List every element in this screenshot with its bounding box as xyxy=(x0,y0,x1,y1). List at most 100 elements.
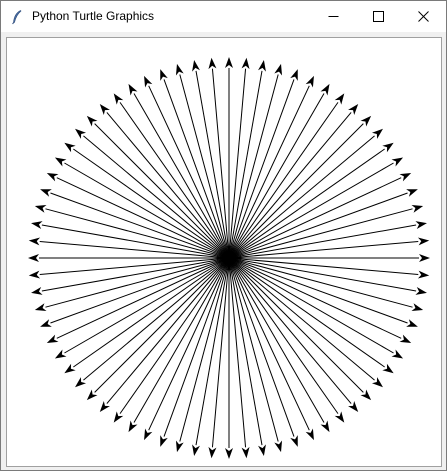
arrowhead-icon xyxy=(320,83,330,96)
arrowhead-icon xyxy=(175,63,184,76)
arrowhead-icon xyxy=(208,446,217,459)
arrowhead-icon xyxy=(31,287,43,295)
arrowhead-icon xyxy=(406,319,418,327)
turtle-ray xyxy=(228,68,247,259)
arrowhead-icon xyxy=(417,270,430,279)
arrowhead-icon xyxy=(241,57,250,70)
arrowhead-icon xyxy=(208,57,217,70)
turtle-ray xyxy=(228,85,310,259)
turtle-ray xyxy=(228,208,413,259)
arrowhead-icon xyxy=(258,444,266,456)
arrowhead-icon xyxy=(40,189,52,197)
arrowhead-icon xyxy=(258,60,266,72)
arrowhead-icon xyxy=(406,189,418,197)
minimize-icon xyxy=(328,11,339,22)
arrowhead-icon xyxy=(28,237,41,246)
close-icon xyxy=(418,11,429,22)
arrowhead-icon xyxy=(192,60,200,72)
turtle-ray xyxy=(228,257,310,431)
turtle-ray xyxy=(228,257,247,448)
arrowhead-icon xyxy=(75,128,87,139)
arrowhead-icon xyxy=(348,400,359,412)
turtle-ray xyxy=(228,257,419,276)
arrowhead-icon xyxy=(391,157,404,167)
turtle-ray xyxy=(56,177,230,259)
arrowhead-icon xyxy=(28,270,41,279)
turtle-window: Python Turtle Graphics xyxy=(0,0,447,471)
arrowhead-icon xyxy=(419,254,430,262)
title-bar[interactable]: Python Turtle Graphics xyxy=(1,1,446,32)
arrowhead-icon xyxy=(290,69,298,81)
arrowhead-icon xyxy=(40,319,52,327)
arrowhead-icon xyxy=(31,221,43,229)
arrowhead-icon xyxy=(371,377,383,388)
turtle-ray xyxy=(211,68,230,259)
turtle-ray xyxy=(148,85,230,259)
turtle-ray xyxy=(228,177,402,259)
minimize-button[interactable] xyxy=(311,1,356,32)
turtle-ray xyxy=(45,208,230,259)
turtle-ray xyxy=(39,240,230,259)
turtle-ray xyxy=(56,257,230,339)
arrowhead-icon xyxy=(192,444,200,456)
turtle-ray xyxy=(179,74,230,259)
turtle-ray xyxy=(228,240,419,259)
arrowhead-icon xyxy=(54,349,67,359)
arrowhead-icon xyxy=(348,104,359,116)
arrowhead-icon xyxy=(34,303,47,312)
turtle-canvas-area[interactable] xyxy=(6,37,442,467)
arrowhead-icon xyxy=(417,237,430,246)
arrowhead-icon xyxy=(241,446,250,459)
maximize-button[interactable] xyxy=(356,1,401,32)
arrowhead-icon xyxy=(382,142,394,153)
arrowhead-icon xyxy=(334,411,345,423)
turtle-ray xyxy=(179,257,230,442)
arrowhead-icon xyxy=(99,104,110,116)
arrowhead-icon xyxy=(399,173,412,182)
turtle-ray xyxy=(228,257,413,308)
arrowhead-icon xyxy=(399,334,412,343)
arrowhead-icon xyxy=(411,204,424,213)
arrowhead-icon xyxy=(54,157,67,167)
arrowhead-icon xyxy=(320,420,330,433)
arrowhead-icon xyxy=(46,173,59,182)
arrowhead-icon xyxy=(113,411,124,423)
window-title: Python Turtle Graphics xyxy=(32,9,155,23)
arrowhead-icon xyxy=(128,420,138,433)
turtle-canvas[interactable] xyxy=(7,38,441,466)
arrowhead-icon xyxy=(225,57,233,68)
arrowhead-icon xyxy=(175,440,184,453)
arrowhead-icon xyxy=(75,377,87,388)
maximize-icon xyxy=(373,11,384,22)
arrowhead-icon xyxy=(99,400,110,412)
arrowhead-icon xyxy=(64,363,76,374)
arrowhead-icon xyxy=(274,440,283,453)
arrowhead-icon xyxy=(144,428,153,441)
window-controls xyxy=(311,1,446,32)
arrowhead-icon xyxy=(305,75,314,88)
turtle-ray xyxy=(211,257,230,448)
arrowhead-icon xyxy=(382,363,394,374)
arrowhead-icon xyxy=(415,221,427,229)
turtle-ray xyxy=(228,257,402,339)
arrowhead-icon xyxy=(290,435,298,447)
arrowhead-icon xyxy=(113,93,124,105)
arrowhead-icon xyxy=(274,63,283,76)
arrowhead-icon xyxy=(391,349,404,359)
turtle-ray xyxy=(148,257,230,431)
arrowhead-icon xyxy=(28,254,39,262)
arrowhead-icon xyxy=(46,334,59,343)
arrowhead-icon xyxy=(415,287,427,295)
arrowhead-icon xyxy=(334,93,345,105)
arrowhead-icon xyxy=(144,75,153,88)
arrowhead-icon xyxy=(128,83,138,96)
feather-icon xyxy=(9,9,25,25)
arrowhead-icon xyxy=(64,142,76,153)
close-button[interactable] xyxy=(401,1,446,32)
turtle-ray xyxy=(228,74,279,259)
arrowhead-icon xyxy=(34,204,47,213)
arrowhead-icon xyxy=(411,303,424,312)
turtle-center xyxy=(223,252,235,264)
turtle-ray xyxy=(45,257,230,308)
arrowhead-icon xyxy=(160,435,168,447)
